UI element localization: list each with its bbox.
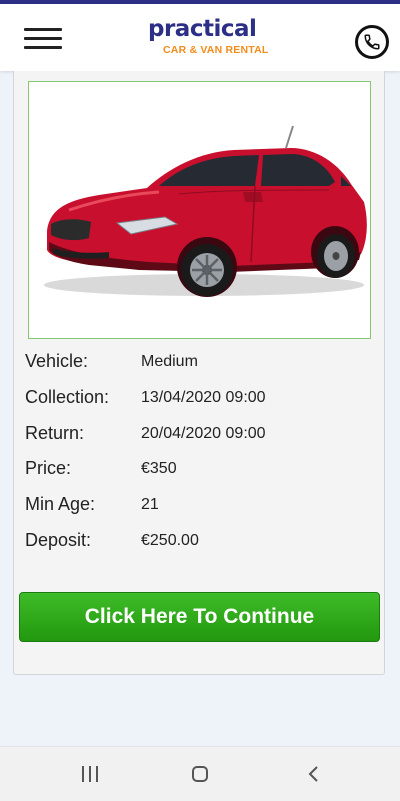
detail-value: 20/04/2020 09:00 xyxy=(141,425,266,442)
vehicle-photo xyxy=(28,81,371,339)
detail-row-collection: Collection: 13/04/2020 09:00 xyxy=(24,387,376,415)
detail-value: 21 xyxy=(141,496,159,513)
app-header: practical CAR & VAN RENTAL xyxy=(0,4,400,71)
recent-apps-icon[interactable] xyxy=(81,766,99,782)
detail-row-deposit: Deposit: €250.00 xyxy=(24,530,376,558)
detail-value: 13/04/2020 09:00 xyxy=(141,389,266,406)
detail-label: Collection: xyxy=(25,387,110,407)
booking-summary-card: Vehicle: Medium Collection: 13/04/2020 0… xyxy=(13,71,385,675)
detail-row-return: Return: 20/04/2020 09:00 xyxy=(24,423,376,451)
brand-logo[interactable]: practical CAR & VAN RENTAL xyxy=(148,16,268,60)
home-icon[interactable] xyxy=(192,766,208,782)
hamburger-menu-icon[interactable] xyxy=(24,26,62,52)
brand-logo-main: practical xyxy=(148,16,257,42)
detail-label: Return: xyxy=(25,423,85,443)
continue-button[interactable]: Click Here To Continue xyxy=(19,592,380,642)
detail-label: Vehicle: xyxy=(25,351,89,371)
detail-row-vehicle: Vehicle: Medium xyxy=(24,351,376,379)
phone-icon[interactable] xyxy=(355,25,389,59)
detail-label: Price: xyxy=(25,458,72,478)
red-car-illustration xyxy=(44,125,367,297)
system-navigation-bar xyxy=(0,746,400,801)
detail-value: Medium xyxy=(141,353,198,370)
detail-value: €350 xyxy=(141,460,177,477)
detail-value: €250.00 xyxy=(141,532,199,549)
back-icon[interactable] xyxy=(306,765,320,783)
detail-label: Min Age: xyxy=(25,494,96,514)
detail-label: Deposit: xyxy=(25,530,92,550)
detail-row-price: Price: €350 xyxy=(24,458,376,486)
brand-logo-tagline: CAR & VAN RENTAL xyxy=(163,44,269,56)
detail-row-min-age: Min Age: 21 xyxy=(24,494,376,522)
